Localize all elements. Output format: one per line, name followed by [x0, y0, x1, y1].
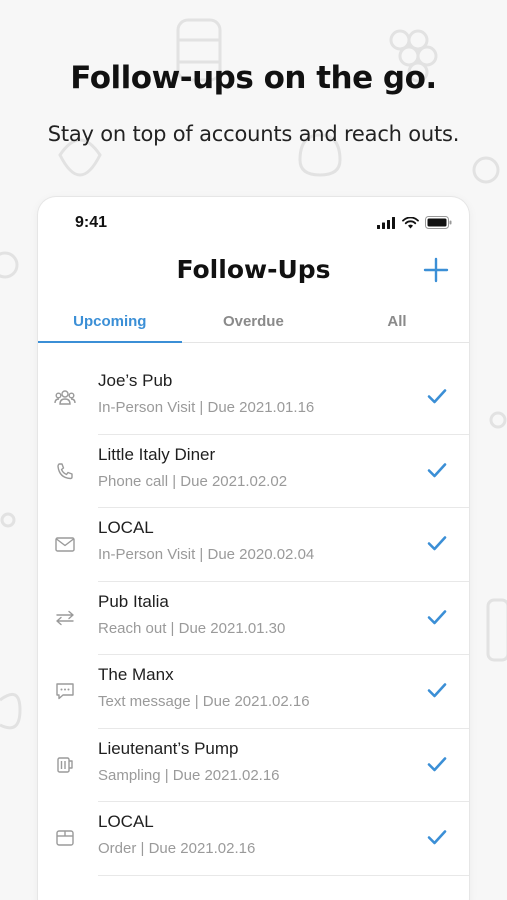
status-bar: 9:41 — [38, 197, 469, 247]
followup-row[interactable]: Pub Italia Reach out | Due 2021.01.30 — [56, 582, 469, 655]
wifi-icon — [402, 216, 419, 228]
checkmark-icon[interactable] — [427, 756, 447, 772]
envelope-icon — [55, 537, 75, 552]
followup-detail: Order | Due 2021.02.16 — [98, 840, 256, 857]
followup-name: LOCAL — [98, 812, 154, 831]
followup-name: The Manx — [98, 665, 174, 684]
checkmark-icon[interactable] — [427, 535, 447, 551]
status-icons — [377, 216, 452, 229]
signal-icon — [377, 216, 395, 229]
phone-screen: 9:41 Follow-Ups Upcoming Overdue All Joe… — [38, 197, 469, 900]
followup-detail: In-Person Visit | Due 2021.01.16 — [98, 399, 315, 416]
tab-bar: Upcoming Overdue All — [38, 301, 469, 343]
page-title: Follow-Ups — [176, 255, 331, 284]
followup-name: Joe’s Pub — [98, 371, 173, 390]
followup-detail: In-Person Visit | Due 2020.02.04 — [98, 546, 315, 563]
checkmark-icon[interactable] — [427, 682, 447, 698]
followup-name: Pub Italia — [98, 591, 169, 611]
followup-detail: Reach out | Due 2021.01.30 — [98, 619, 286, 637]
nav-bar: Follow-Ups — [38, 247, 469, 301]
followup-row[interactable]: LOCAL In-Person Visit | Due 2020.02.04 — [55, 508, 469, 582]
battery-icon — [425, 216, 452, 229]
followup-detail: Sampling | Due 2021.02.16 — [98, 766, 280, 784]
tab-all[interactable]: All — [325, 301, 469, 342]
phone-icon — [57, 462, 73, 479]
followup-detail: Phone call | Due 2021.02.02 — [98, 472, 288, 490]
checkmark-icon[interactable] — [427, 462, 447, 478]
followup-name: Little Italy Diner — [98, 444, 216, 464]
followup-name: LOCAL — [98, 518, 154, 537]
tab-upcoming[interactable]: Upcoming — [38, 301, 182, 343]
checkmark-icon[interactable] — [427, 388, 447, 404]
tab-overdue[interactable]: Overdue — [182, 301, 326, 342]
checkmark-icon[interactable] — [427, 829, 447, 845]
followup-row[interactable]: Lieutenant’s Pump Sampling | Due 2021.02… — [57, 729, 469, 802]
promo-subheadline: Stay on top of accounts and reach outs. — [47, 122, 460, 146]
followup-detail: Text message | Due 2021.02.16 — [98, 693, 310, 710]
followup-row[interactable]: Joe’s Pub In-Person Visit | Due 2021.01.… — [54, 361, 469, 435]
chat-icon — [56, 683, 74, 700]
followup-list: Joe’s Pub In-Person Visit | Due 2021.01.… — [38, 361, 469, 876]
arrows-icon — [56, 610, 74, 625]
mug-icon — [57, 756, 73, 773]
checkmark-icon[interactable] — [427, 609, 447, 625]
promo-headline: Follow-ups on the go. — [70, 60, 437, 96]
people-icon — [54, 390, 76, 405]
followup-row[interactable]: LOCAL Order | Due 2021.02.16 — [56, 802, 469, 876]
status-time: 9:41 — [75, 214, 108, 231]
followup-row[interactable]: Little Italy Diner Phone call | Due 2021… — [57, 435, 469, 508]
plus-icon[interactable] — [423, 257, 449, 283]
followup-name: Lieutenant’s Pump — [98, 738, 239, 758]
box-icon — [56, 830, 74, 846]
followup-row[interactable]: The Manx Text message | Due 2021.02.16 — [56, 655, 469, 729]
